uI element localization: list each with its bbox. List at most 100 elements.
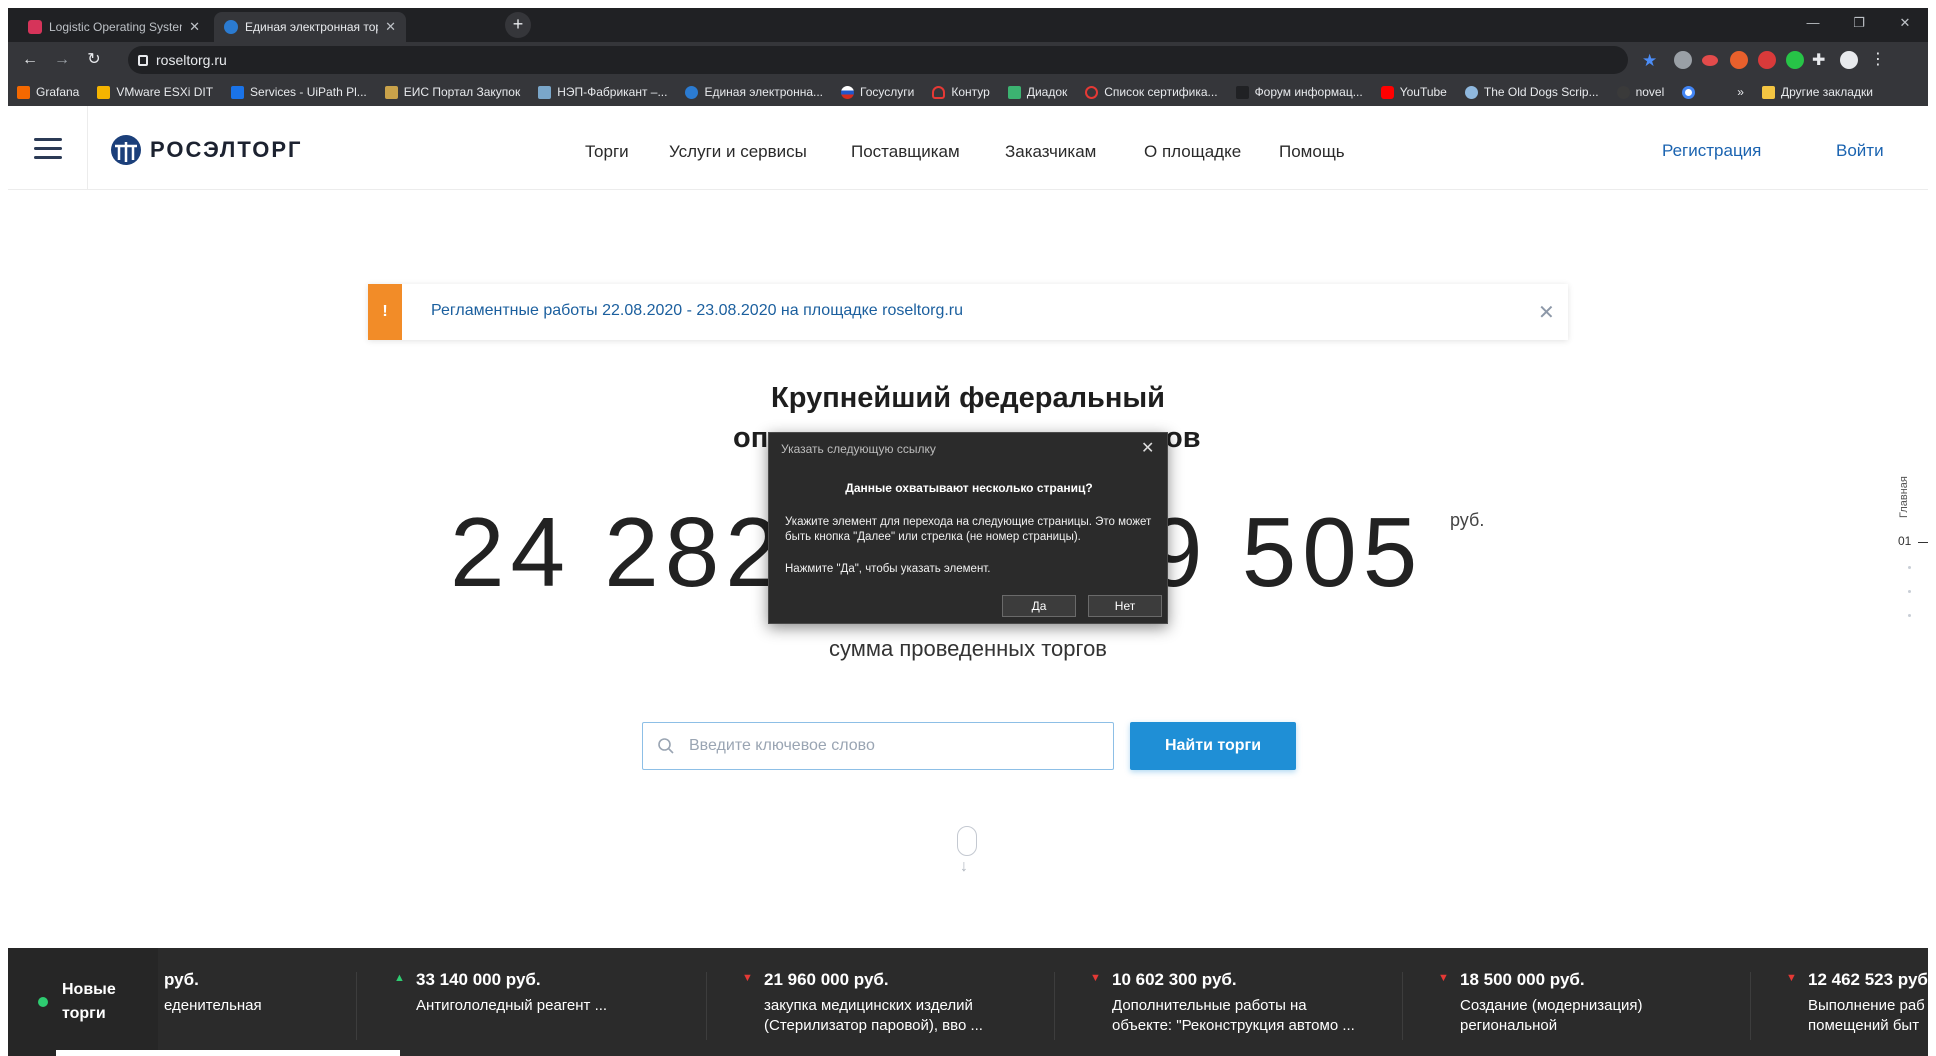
ticker-item[interactable]: ▲ 33 140 000 руб. Антигололедный реагент…: [394, 970, 666, 1040]
extension-cloud-icon[interactable]: [1702, 55, 1718, 66]
bookmark-google[interactable]: [1673, 85, 1704, 99]
logo-text: РОСЭЛТОРГ: [150, 137, 303, 162]
pager-dot[interactable]: [1908, 614, 1911, 617]
ticker-item[interactable]: руб. еденительная: [164, 970, 414, 1040]
bookmark-eis[interactable]: ЕИС Портал Закупок: [376, 85, 529, 99]
bookmark-label: YouTube: [1399, 85, 1447, 99]
menu-kebab-icon[interactable]: ⋮: [1870, 49, 1886, 69]
bookmark-diadok[interactable]: Диадок: [999, 85, 1076, 99]
bookmark-uipath[interactable]: Services - UiPath Pl...: [222, 85, 376, 99]
url-text: roseltorg.ru: [156, 52, 227, 68]
register-link[interactable]: Регистрация: [1662, 141, 1761, 161]
grafana-icon: [17, 85, 30, 99]
dialog-yes-button[interactable]: Да: [1002, 595, 1076, 617]
find-tenders-button[interactable]: Найти торги: [1130, 722, 1296, 770]
forward-button[interactable]: →: [52, 50, 72, 70]
reload-button[interactable]: ↻: [84, 50, 104, 70]
pager-label[interactable]: Главная: [1898, 476, 1910, 518]
minimize-button[interactable]: —: [1790, 8, 1836, 38]
login-link[interactable]: Войти: [1836, 141, 1884, 161]
bookmark-forum[interactable]: Форум информац...: [1227, 85, 1372, 99]
bookmark-youtube[interactable]: YouTube: [1372, 85, 1456, 99]
tab-logistic[interactable]: Logistic Operating System Deskto ✕: [18, 12, 210, 42]
extension-timer-icon[interactable]: [1758, 51, 1776, 69]
taskbar-strip: [56, 1050, 400, 1056]
ticker-item[interactable]: ▼ 10 602 300 руб. Дополнительные работы …: [1090, 970, 1362, 1040]
restore-button[interactable]: ❐: [1836, 8, 1882, 38]
ticker-item[interactable]: 12 462 523 руб. Выполнение раб помещений…: [1808, 970, 1928, 1040]
profile-avatar-icon[interactable]: [1840, 51, 1858, 69]
nav-about[interactable]: О площадке: [1144, 142, 1241, 162]
bookmark-kontur[interactable]: Контур: [923, 85, 998, 99]
bookmark-vmware[interactable]: VMware ESXi DIT: [88, 85, 222, 99]
nav-services[interactable]: Услуги и сервисы: [669, 142, 807, 162]
github-icon: [1616, 85, 1630, 99]
ticker-desc: Дополнительные работы на объекте: "Рекон…: [1112, 997, 1355, 1034]
side-pager: Главная 01: [1890, 466, 1928, 617]
ticker-divider: [1750, 972, 1751, 1040]
ticker-divider: [1054, 972, 1055, 1040]
bookmark-label: Госуслуги: [860, 85, 915, 99]
bookmark-novel[interactable]: novel: [1608, 85, 1674, 99]
maintenance-notice: ! Регламентные работы 22.08.2020 - 23.08…: [368, 284, 1568, 340]
tab-close-icon[interactable]: ✕: [385, 19, 396, 35]
extensions-puzzle-icon[interactable]: ✚: [1812, 50, 1825, 70]
nep-icon: [538, 85, 552, 99]
bookmark-grafana[interactable]: Grafana: [8, 85, 88, 99]
search-input[interactable]: [689, 737, 1069, 755]
extension-green-icon[interactable]: [1786, 51, 1804, 69]
window-close-button[interactable]: ✕: [1882, 8, 1928, 38]
logistic-favicon-icon: [28, 20, 42, 34]
ticker-title[interactable]: Новые торги: [8, 948, 158, 1056]
bookmarks-overflow-button[interactable]: »: [1728, 85, 1753, 99]
flag-icon: [841, 85, 855, 99]
ticker-divider: [706, 972, 707, 1040]
pager-dot[interactable]: [1908, 566, 1911, 569]
bookmark-roseltorg[interactable]: Единая электронна...: [676, 85, 832, 99]
ticker-item[interactable]: ▼ 18 500 000 руб. Создание (модернизация…: [1438, 970, 1710, 1040]
notice-close-icon[interactable]: ✕: [1538, 300, 1555, 325]
bookmark-star-icon[interactable]: ★: [1642, 51, 1657, 71]
nav-help[interactable]: Помощь: [1279, 142, 1345, 162]
bookmark-certs[interactable]: Список сертифика...: [1076, 85, 1226, 99]
ticker-desc: закупка медицинских изделий (Стерилизато…: [764, 997, 983, 1034]
pager-number[interactable]: 01: [1898, 534, 1911, 548]
tab-close-icon[interactable]: ✕: [189, 19, 200, 35]
bookmark-label: Единая электронна...: [704, 85, 824, 99]
nav-suppliers[interactable]: Поставщикам: [851, 142, 960, 162]
bookmark-nep[interactable]: НЭП-Фабрикант –...: [529, 85, 676, 99]
diadok-icon: [1007, 85, 1021, 99]
search-icon: [658, 738, 674, 754]
tab-roseltorg[interactable]: Единая электронная торговая п ✕: [214, 12, 406, 42]
nav-torgi[interactable]: Торги: [585, 142, 629, 162]
dialog-close-icon[interactable]: ✕: [1141, 438, 1154, 458]
extension-b-icon[interactable]: [1730, 51, 1748, 69]
bookmark-gosuslugi[interactable]: Госуслуги: [832, 85, 923, 99]
logo-mark-icon: [111, 135, 141, 165]
bookmark-label: Grafana: [36, 85, 80, 99]
scroll-mouse-icon: [957, 826, 977, 856]
pager-dot[interactable]: [1908, 590, 1911, 593]
overflow-chevron-icon: »: [1737, 85, 1744, 99]
next-link-dialog: Указать следующую ссылку ✕ Данные охваты…: [768, 432, 1168, 624]
bookmark-olddogs[interactable]: The Old Dogs Scrip...: [1456, 85, 1608, 99]
new-tab-button[interactable]: +: [505, 12, 531, 38]
other-bookmarks-folder[interactable]: Другие закладки: [1753, 85, 1882, 99]
extension-bulb-icon[interactable]: [1674, 51, 1692, 69]
address-bar[interactable]: roseltorg.ru: [128, 46, 1628, 74]
trend-down-icon: ▼: [1438, 972, 1449, 984]
ticker-item[interactable]: ▼ 21 960 000 руб. закупка медицинских из…: [742, 970, 1014, 1040]
dialog-heading: Данные охватывают несколько страниц?: [845, 481, 1093, 495]
nav-customers[interactable]: Заказчикам: [1005, 142, 1096, 162]
scroll-down-arrow-icon[interactable]: ↓: [960, 858, 968, 876]
hamburger-menu-icon[interactable]: [8, 106, 88, 190]
google-icon: [1682, 85, 1696, 99]
dialog-no-button[interactable]: Нет: [1088, 595, 1162, 617]
ticker-title-line2: торги: [62, 1005, 106, 1022]
roseltorg-favicon-icon: [224, 20, 238, 34]
total-amount-right: 9 505: [1148, 497, 1424, 607]
ticker-desc: Выполнение раб помещений быт: [1808, 997, 1925, 1034]
back-button[interactable]: ←: [20, 50, 40, 70]
notice-text[interactable]: Регламентные работы 22.08.2020 - 23.08.2…: [431, 302, 963, 320]
site-logo[interactable]: РОСЭЛТОРГ: [110, 134, 303, 166]
